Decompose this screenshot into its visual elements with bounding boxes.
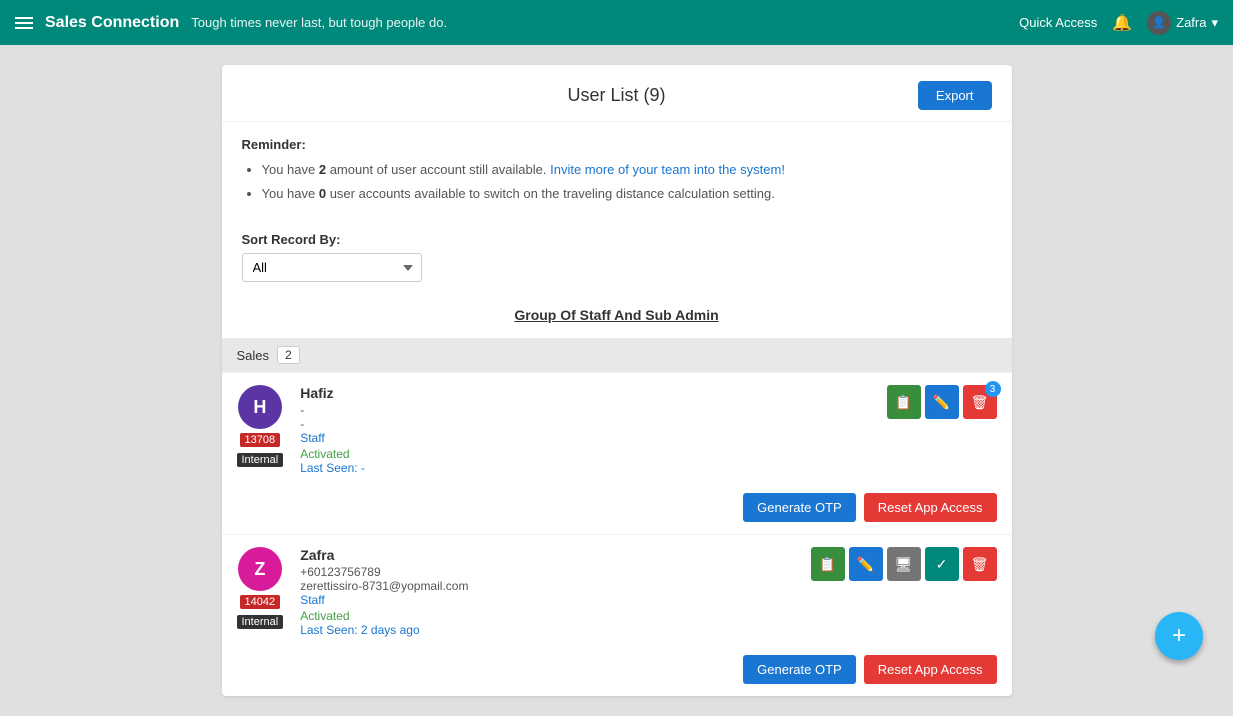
check-button-zafra[interactable]: ✓ xyxy=(925,547,959,581)
user-info-left: H 13708 Internal Hafiz - - Staff Activat… xyxy=(237,385,365,475)
reminder-item-1: You have 2 amount of user account still … xyxy=(262,160,992,180)
reset-app-button-hafiz[interactable]: Reset App Access xyxy=(864,493,997,522)
user-row-top: H 13708 Internal Hafiz - - Staff Activat… xyxy=(237,385,997,475)
check-icon-zafra: ✓ xyxy=(936,556,948,573)
user-id-badge-hafiz: 13708 xyxy=(240,433,281,447)
avatar-hafiz: H xyxy=(238,385,282,429)
sort-label: Sort Record By: xyxy=(242,232,992,247)
clipboard-button-hafiz[interactable]: 📋 xyxy=(887,385,921,419)
badge-count-hafiz: 3 xyxy=(985,381,1001,397)
action-buttons-bottom-hafiz: Generate OTP Reset App Access xyxy=(237,485,997,522)
action-buttons-top-zafra: 📋 ✏️ 🖥 ✓ 🗑 xyxy=(811,547,997,581)
header-tagline: Tough times never last, but tough people… xyxy=(191,15,447,30)
page-title: User List (9) xyxy=(567,85,665,106)
app-header: Sales Connection Tough times never last,… xyxy=(0,0,1233,45)
user-role-hafiz: Staff xyxy=(300,431,365,445)
reminder-item-2: You have 0 user accounts available to sw… xyxy=(262,184,992,204)
clipboard-icon-zafra: 📋 xyxy=(819,556,836,573)
user-list-card: User List (9) Export Reminder: You have … xyxy=(222,65,1012,696)
user-avatar-icon: 👤 xyxy=(1147,11,1171,35)
user-menu[interactable]: 👤 Zafra ▾ xyxy=(1147,11,1218,35)
user-lastseen-hafiz: Last Seen: - xyxy=(300,461,365,475)
avatar-zafra: Z xyxy=(238,547,282,591)
export-button[interactable]: Export xyxy=(918,81,992,110)
bell-icon[interactable]: 🔔 xyxy=(1112,13,1132,33)
hamburger-menu-icon[interactable] xyxy=(15,17,33,29)
user-status-zafra: Activated xyxy=(300,609,468,623)
user-email-zafra: zerettissiro-8731@yopmail.com xyxy=(300,579,468,593)
user-details-hafiz: Hafiz - - Staff Activated Last Seen: - xyxy=(300,385,365,475)
card-header: User List (9) Export xyxy=(222,65,1012,122)
user-name-hafiz: Hafiz xyxy=(300,385,365,401)
group-tab-row: Sales 2 xyxy=(222,338,1012,372)
quick-access-button[interactable]: Quick Access xyxy=(1019,15,1097,30)
user-role-zafra: Staff xyxy=(300,593,468,607)
clipboard-icon: 📋 xyxy=(895,394,912,411)
user-row-zafra: Z 14042 Internal Zafra +60123756789 zere… xyxy=(222,534,1012,696)
user-id-badge-zafra: 14042 xyxy=(240,595,281,609)
user-row-top-zafra: Z 14042 Internal Zafra +60123756789 zere… xyxy=(237,547,997,637)
generate-otp-button-hafiz[interactable]: Generate OTP xyxy=(743,493,856,522)
group-heading: Group Of Staff And Sub Admin xyxy=(222,297,1012,333)
user-phone-zafra: +60123756789 xyxy=(300,565,468,579)
sort-select[interactable]: All Active Inactive xyxy=(242,253,422,282)
user-status-hafiz: Activated xyxy=(300,447,365,461)
delete-button-hafiz[interactable]: 🗑 3 xyxy=(963,385,997,419)
reminder-section: Reminder: You have 2 amount of user acco… xyxy=(222,122,1012,222)
action-buttons-top-hafiz: 📋 ✏️ 🗑 3 xyxy=(887,385,997,419)
user-email-hafiz: - xyxy=(300,417,365,431)
edit-button-zafra[interactable]: ✏️ xyxy=(849,547,883,581)
view-button-zafra[interactable]: 🖥 xyxy=(887,547,921,581)
user-name-label: Zafra xyxy=(1176,15,1206,30)
delete-button-zafra[interactable]: 🗑 xyxy=(963,547,997,581)
fab-add-button[interactable]: + xyxy=(1155,612,1203,660)
monitor-icon-zafra: 🖥 xyxy=(895,556,913,573)
generate-otp-button-zafra[interactable]: Generate OTP xyxy=(743,655,856,684)
user-internal-badge-hafiz: Internal xyxy=(237,453,284,467)
user-lastseen-zafra: Last Seen: 2 days ago xyxy=(300,623,468,637)
user-details-zafra: Zafra +60123756789 zerettissiro-8731@yop… xyxy=(300,547,468,637)
user-row-hafiz: H 13708 Internal Hafiz - - Staff Activat… xyxy=(222,372,1012,534)
brand-name: Sales Connection xyxy=(45,14,179,32)
chevron-down-icon: ▾ xyxy=(1211,15,1218,31)
user-name-zafra: Zafra xyxy=(300,547,468,563)
reset-app-button-zafra[interactable]: Reset App Access xyxy=(864,655,997,684)
delete-icon-zafra: 🗑 xyxy=(971,556,989,573)
group-tab-count: 2 xyxy=(277,346,300,364)
group-tab-label: Sales xyxy=(237,348,270,363)
user-info-left-zafra: Z 14042 Internal Zafra +60123756789 zere… xyxy=(237,547,469,637)
header-right: Quick Access 🔔 👤 Zafra ▾ xyxy=(1019,11,1218,35)
main-content: User List (9) Export Reminder: You have … xyxy=(0,45,1233,716)
user-internal-badge-zafra: Internal xyxy=(237,615,284,629)
delete-icon: 🗑 xyxy=(971,394,989,411)
clipboard-button-zafra[interactable]: 📋 xyxy=(811,547,845,581)
edit-icon-zafra: ✏️ xyxy=(857,556,874,573)
edit-button-hafiz[interactable]: ✏️ xyxy=(925,385,959,419)
edit-icon: ✏️ xyxy=(933,394,950,411)
reminder-title: Reminder: xyxy=(242,137,992,152)
sort-section: Sort Record By: All Active Inactive xyxy=(222,222,1012,297)
action-buttons-bottom-zafra: Generate OTP Reset App Access xyxy=(237,647,997,684)
reminder-list: You have 2 amount of user account still … xyxy=(242,160,992,203)
user-phone-hafiz: - xyxy=(300,403,365,417)
header-left: Sales Connection Tough times never last,… xyxy=(15,14,447,32)
